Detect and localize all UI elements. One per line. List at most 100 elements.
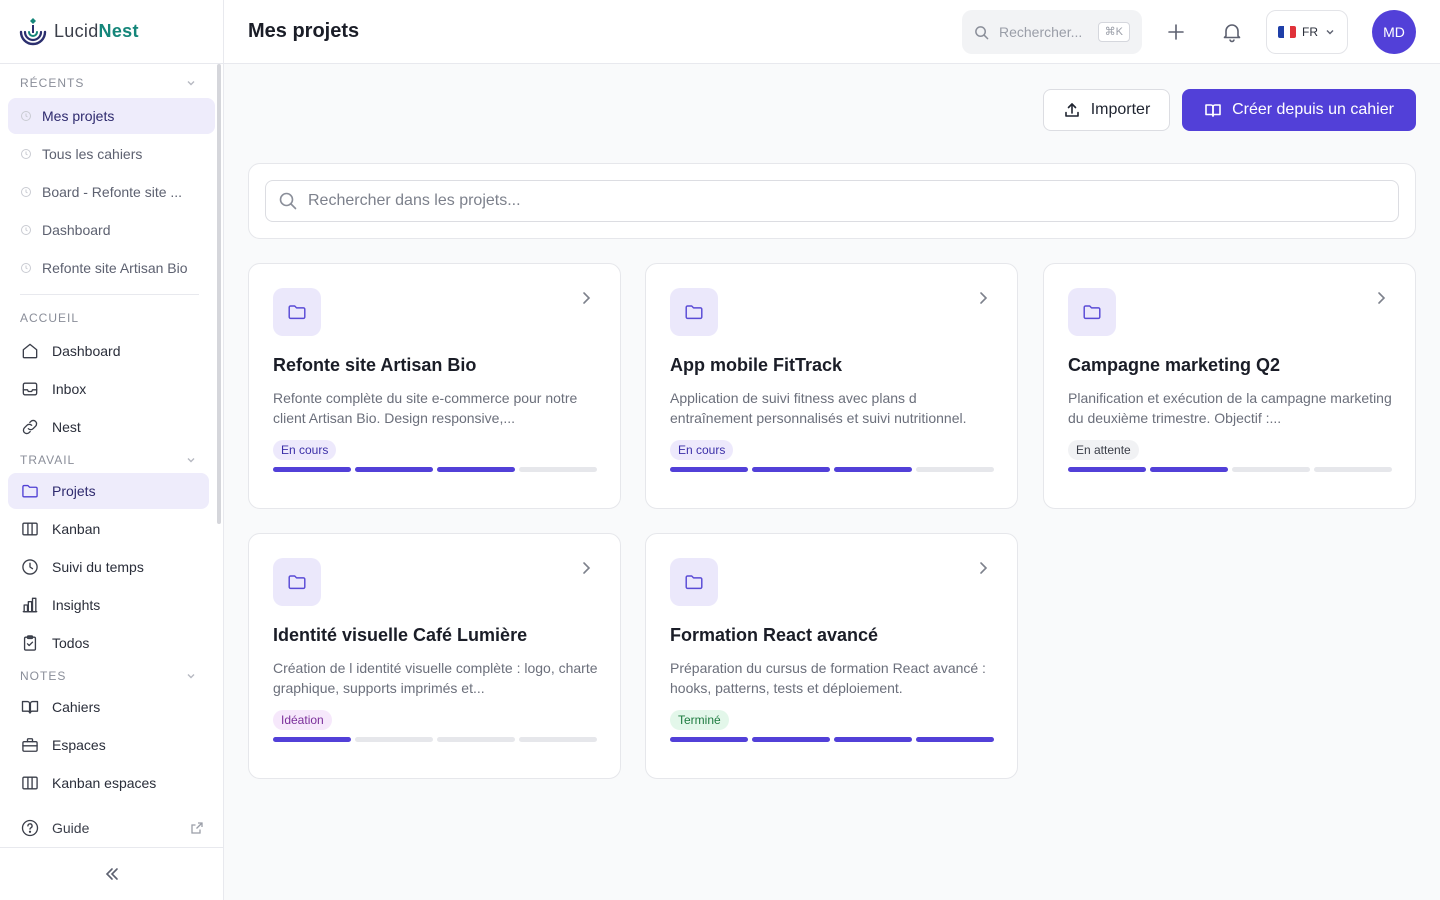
kanban-icon [22, 522, 38, 536]
inbox-icon [22, 382, 38, 396]
project-folder-icon-box [1068, 288, 1116, 336]
brand-name: LucidNest [54, 21, 139, 42]
sidebar-divider [20, 294, 199, 295]
chevron-right-icon[interactable] [1373, 290, 1389, 306]
language-selector[interactable]: FR [1266, 10, 1348, 54]
recent-item-label: Dashboard [42, 222, 111, 238]
sidebar-item-todos[interactable]: Todos [8, 625, 209, 661]
recent-item-label: Mes projets [42, 108, 115, 124]
sidebar-nav: Récents Mes projets Tous les cahiers Board… [0, 64, 223, 847]
progress-segment [437, 737, 515, 742]
clock-icon [21, 225, 31, 235]
sidebar-item-insights[interactable]: Insights [8, 587, 209, 623]
progress-segment [1314, 467, 1392, 472]
recent-item[interactable]: Refonte site Artisan Bio [8, 250, 215, 286]
progress-segment [437, 467, 515, 472]
project-folder-icon-box [670, 558, 718, 606]
create-from-notebook-button[interactable]: Créer depuis un cahier [1182, 89, 1416, 131]
folder-icon [685, 575, 703, 590]
clock-icon [21, 187, 31, 197]
clock-icon [21, 149, 31, 159]
sidebar-item-inbox[interactable]: Inbox [8, 371, 209, 407]
progress-segment [752, 737, 830, 742]
notification-bell-icon[interactable] [1220, 20, 1244, 44]
guide-label: Guide [52, 820, 90, 836]
chevron-down-icon [187, 674, 195, 679]
sidebar: LucidNest Récents Mes projets Tous les ca… [0, 0, 224, 900]
project-card[interactable]: Formation React avancé Préparation du cur… [645, 533, 1018, 779]
sidebar-item-label: Inbox [52, 381, 87, 397]
project-search-panel: Rechercher dans les projets... [248, 163, 1416, 239]
chevron-right-icon[interactable] [975, 290, 991, 306]
project-search-placeholder: Rechercher dans les projets... [308, 192, 521, 209]
progress-segment [834, 737, 912, 742]
project-card[interactable]: Refonte site Artisan Bio Refonte complète… [248, 263, 621, 509]
sidebar-item-projets[interactable]: Projets [8, 473, 209, 509]
section-travail-header[interactable]: Travail [0, 447, 223, 473]
chevrons-left-icon [105, 868, 118, 880]
sidebar-item-label: Cahiers [52, 699, 101, 715]
import-button[interactable]: Importer [1043, 89, 1170, 131]
sidebar-item-cahiers[interactable]: Cahiers [8, 689, 209, 725]
clock-icon [22, 559, 38, 575]
recent-item[interactable]: Mes projets [8, 98, 215, 134]
folder-icon [1083, 305, 1101, 320]
sidebar-item-label: Nest [52, 419, 81, 435]
clock-icon [21, 111, 31, 121]
recent-item[interactable]: Board - Refonte site ... [8, 174, 215, 210]
chevron-right-icon[interactable] [578, 290, 594, 306]
global-search-placeholder: Rechercher... [999, 24, 1083, 40]
upload-icon [1064, 103, 1079, 117]
sidebar-item-label: Dashboard [52, 343, 121, 359]
chevron-right-icon[interactable] [975, 560, 991, 576]
section-recents-title: Récents [20, 76, 85, 90]
link-icon [22, 419, 38, 435]
sidebar-item-guide[interactable]: Guide [8, 810, 216, 846]
sidebar-item-espaces[interactable]: Espaces [8, 727, 209, 763]
progress-segment [834, 467, 912, 472]
chevron-right-icon[interactable] [578, 560, 594, 576]
sidebar-item-dashboard[interactable]: Dashboard [8, 333, 209, 369]
sidebar-scrollbar[interactable] [217, 64, 221, 524]
kanban-icon [22, 776, 38, 790]
recent-item[interactable]: Tous les cahiers [8, 136, 215, 172]
flag-fr-icon [1278, 26, 1296, 38]
brand-name-part2: Nest [98, 21, 139, 41]
user-avatar[interactable]: MD [1372, 10, 1416, 54]
sidebar-item-kanban[interactable]: Kanban [8, 511, 209, 547]
project-description: Application de suivi fitness avec plans … [670, 390, 967, 426]
recent-item[interactable]: Dashboard [8, 212, 215, 248]
add-icon[interactable] [1164, 20, 1188, 44]
progress-segment [355, 467, 433, 472]
section-recents-header[interactable]: Récents [0, 68, 223, 98]
sidebar-item-suivi-du-temps[interactable]: Suivi du temps [8, 549, 209, 585]
brand[interactable]: LucidNest [0, 0, 223, 64]
global-search-input[interactable]: Rechercher... ⌘K [962, 10, 1142, 54]
sidebar-item-kanban-espaces[interactable]: Kanban espaces [8, 765, 209, 801]
progress-segment [1232, 467, 1310, 472]
clipboard-icon [23, 635, 37, 651]
recent-item-label: Refonte site Artisan Bio [42, 260, 188, 276]
sidebar-item-label: Todos [52, 635, 90, 651]
project-title: Campagne marketing Q2 [1068, 355, 1281, 375]
project-folder-icon-box [670, 288, 718, 336]
project-title: Identité visuelle Café Lumière [273, 625, 528, 645]
top-header: Mes projets Rechercher... ⌘K FR MD [224, 0, 1440, 64]
section-notes-title: Notes [20, 669, 67, 683]
progress-segment [916, 467, 994, 472]
project-card[interactable]: Identité visuelle Café Lumière Création d… [248, 533, 621, 779]
project-search-input[interactable]: Rechercher dans les projets... [265, 180, 1399, 222]
section-notes-header[interactable]: Notes [0, 663, 223, 689]
status-badge: En attente [1068, 440, 1139, 460]
project-card[interactable]: App mobile FitTrack Application de suivi … [645, 263, 1018, 509]
chevron-down-icon [1326, 30, 1334, 35]
collapse-sidebar-button[interactable] [0, 847, 223, 900]
progress-segment [519, 467, 597, 472]
sidebar-item-label: Insights [52, 597, 101, 613]
project-progress [273, 737, 597, 742]
sidebar-item-label: Kanban [52, 521, 101, 537]
sidebar-item-nest[interactable]: Nest [8, 409, 209, 445]
project-card[interactable]: Campagne marketing Q2 Planification et ex… [1043, 263, 1416, 509]
external-link-icon [191, 822, 203, 834]
folder-icon [22, 484, 38, 498]
